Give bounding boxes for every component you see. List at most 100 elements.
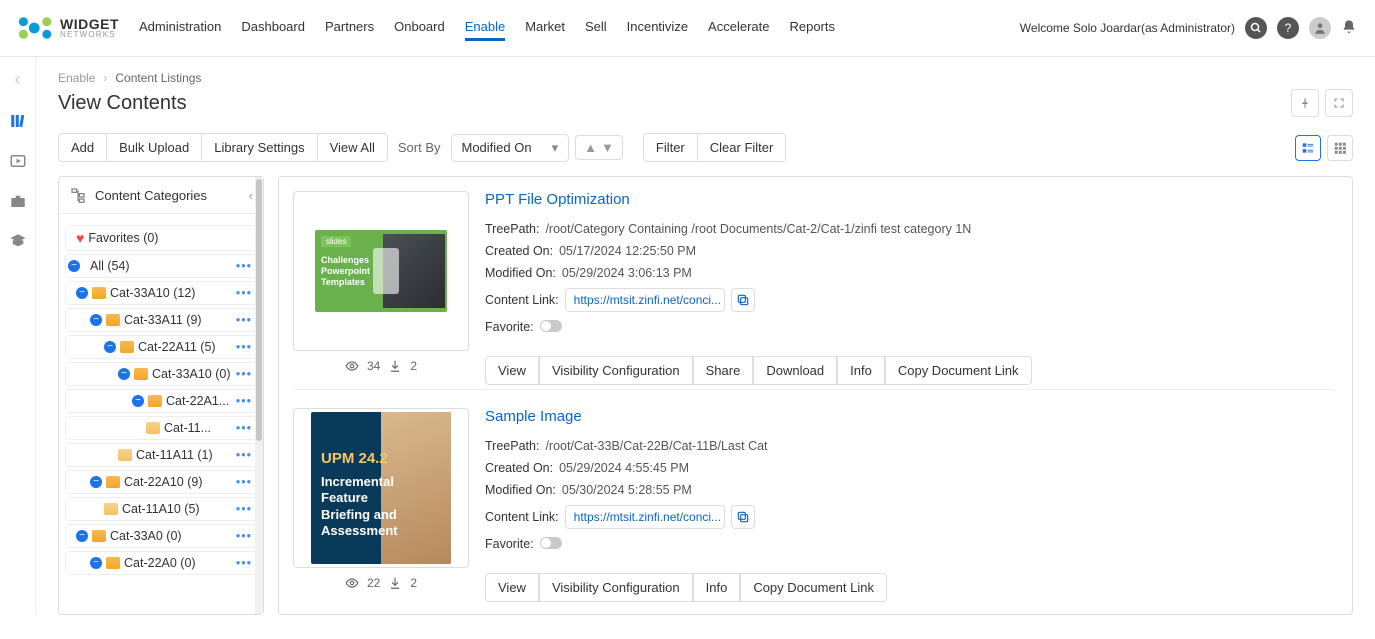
minus-icon[interactable]: − bbox=[90, 557, 102, 569]
minus-icon[interactable]: − bbox=[90, 314, 102, 326]
tree-row[interactable]: Cat-11... ••• bbox=[65, 416, 257, 440]
minus-icon[interactable]: − bbox=[68, 260, 80, 272]
created-label: Created On: bbox=[485, 244, 553, 258]
tree-favorites[interactable]: ♥ Favorites (0) bbox=[65, 225, 257, 251]
nav-sell[interactable]: Sell bbox=[585, 15, 607, 41]
copy-link-icon[interactable] bbox=[731, 288, 755, 312]
rail-play-icon[interactable] bbox=[9, 152, 27, 170]
more-icon[interactable]: ••• bbox=[236, 502, 254, 516]
tree-row[interactable]: − Cat-22A11 (5) ••• bbox=[65, 335, 257, 359]
action-share[interactable]: Share bbox=[693, 356, 754, 385]
filter-button[interactable]: Filter bbox=[643, 133, 698, 162]
more-icon[interactable]: ••• bbox=[236, 421, 254, 435]
action-info[interactable]: Info bbox=[693, 573, 741, 602]
tree-label: Cat-11... bbox=[164, 421, 211, 435]
minus-icon[interactable]: − bbox=[118, 368, 130, 380]
more-icon[interactable]: ••• bbox=[236, 529, 254, 543]
tree-label: Cat-22A1... bbox=[166, 394, 229, 408]
nav-enable[interactable]: Enable bbox=[465, 15, 505, 41]
breadcrumb: Enable › Content Listings bbox=[58, 71, 1353, 85]
minus-icon[interactable]: − bbox=[132, 395, 144, 407]
bell-icon[interactable] bbox=[1341, 19, 1357, 38]
minus-icon[interactable]: − bbox=[76, 530, 88, 542]
tree-scrollbar[interactable] bbox=[255, 177, 263, 614]
tree-row[interactable]: −Cat-22A0 (0)••• bbox=[65, 551, 257, 575]
action-download[interactable]: Download bbox=[753, 356, 837, 385]
sort-select[interactable]: Modified On ▾ bbox=[451, 134, 570, 162]
tree-row[interactable]: −Cat-22A10 (9)••• bbox=[65, 470, 257, 494]
add-button[interactable]: Add bbox=[58, 133, 107, 162]
minus-icon[interactable]: − bbox=[104, 341, 116, 353]
tree-row[interactable]: −Cat-33A0 (0)••• bbox=[65, 524, 257, 548]
minus-icon[interactable]: − bbox=[76, 287, 88, 299]
rail-education-icon[interactable] bbox=[9, 232, 27, 250]
more-icon[interactable]: ••• bbox=[236, 394, 254, 408]
copy-link-icon[interactable] bbox=[731, 505, 755, 529]
thumbnail[interactable]: slidesChallenges Powerpoint Templates bbox=[293, 191, 469, 351]
tree-all[interactable]: − All (54) ••• bbox=[65, 254, 257, 278]
nav-onboard[interactable]: Onboard bbox=[394, 15, 445, 41]
clear-filter-button[interactable]: Clear Filter bbox=[698, 133, 787, 162]
more-icon[interactable]: ••• bbox=[236, 259, 254, 273]
tree-row[interactable]: Cat-11A11 (1)••• bbox=[65, 443, 257, 467]
nav-accelerate[interactable]: Accelerate bbox=[708, 15, 769, 41]
action-visibility-configuration[interactable]: Visibility Configuration bbox=[539, 573, 693, 602]
folder-icon bbox=[106, 557, 120, 569]
tree-row[interactable]: Cat-11A10 (5)••• bbox=[65, 497, 257, 521]
tree-label: Cat-22A11 (5) bbox=[138, 340, 216, 354]
nav-market[interactable]: Market bbox=[525, 15, 565, 41]
favorite-toggle[interactable] bbox=[540, 537, 562, 549]
more-icon[interactable]: ••• bbox=[236, 367, 254, 381]
library-settings-button[interactable]: Library Settings bbox=[202, 133, 317, 162]
more-icon[interactable]: ••• bbox=[236, 340, 254, 354]
tree-row[interactable]: −Cat-33A10 (0)••• bbox=[65, 362, 257, 386]
action-view[interactable]: View bbox=[485, 573, 539, 602]
content-title[interactable]: Sample Image bbox=[485, 408, 1334, 425]
content-link[interactable]: https://mtsit.zinfi.net/conci... bbox=[565, 505, 725, 529]
view-all-button[interactable]: View All bbox=[318, 133, 388, 162]
action-copy-document-link[interactable]: Copy Document Link bbox=[740, 573, 887, 602]
nav-administration[interactable]: Administration bbox=[139, 15, 221, 41]
more-icon[interactable]: ••• bbox=[236, 286, 254, 300]
rail-briefcase-icon[interactable] bbox=[9, 192, 27, 210]
content-link[interactable]: https://mtsit.zinfi.net/conci... bbox=[565, 288, 725, 312]
treepath-label: TreePath: bbox=[485, 439, 539, 453]
nav-dashboard[interactable]: Dashboard bbox=[241, 15, 305, 41]
action-copy-document-link[interactable]: Copy Document Link bbox=[885, 356, 1032, 385]
thumbnail[interactable]: UPM 24.2Incremental Feature Briefing and… bbox=[293, 408, 469, 568]
sort-value: Modified On bbox=[462, 140, 532, 155]
grid-view-icon[interactable] bbox=[1327, 135, 1353, 161]
rail-library-icon[interactable] bbox=[9, 112, 27, 130]
list-view-icon[interactable] bbox=[1295, 135, 1321, 161]
bulk-upload-button[interactable]: Bulk Upload bbox=[107, 133, 202, 162]
avatar-icon[interactable] bbox=[1309, 17, 1331, 39]
download-count: 2 bbox=[410, 576, 417, 590]
tree-row[interactable]: −Cat-33A10 (12)••• bbox=[65, 281, 257, 305]
content-title[interactable]: PPT File Optimization bbox=[485, 191, 1334, 208]
link-label: Content Link: bbox=[485, 293, 559, 307]
nav-incentivize[interactable]: Incentivize bbox=[627, 15, 688, 41]
sort-direction[interactable]: ▲ ▼ bbox=[575, 135, 623, 160]
more-icon[interactable]: ••• bbox=[236, 448, 254, 462]
tree-row[interactable]: − Cat-22A1... ••• bbox=[65, 389, 257, 413]
more-icon[interactable]: ••• bbox=[236, 475, 254, 489]
brand-logo[interactable]: WIDGET NETWORKS bbox=[18, 14, 119, 42]
favorite-toggle[interactable] bbox=[540, 320, 562, 332]
action-visibility-configuration[interactable]: Visibility Configuration bbox=[539, 356, 693, 385]
rail-back-icon[interactable]: ‹ bbox=[15, 69, 21, 90]
more-icon[interactable]: ••• bbox=[236, 313, 254, 327]
breadcrumb-root[interactable]: Enable bbox=[58, 71, 95, 85]
search-icon[interactable] bbox=[1245, 17, 1267, 39]
action-view[interactable]: View bbox=[485, 356, 539, 385]
collapse-tree-icon[interactable]: ‹ bbox=[249, 188, 253, 203]
more-icon[interactable]: ••• bbox=[236, 556, 254, 570]
help-icon[interactable]: ? bbox=[1277, 17, 1299, 39]
card-actions: ViewVisibility ConfigurationInfoCopy Doc… bbox=[485, 573, 1334, 602]
tree-row[interactable]: −Cat-33A11 (9)••• bbox=[65, 308, 257, 332]
nav-partners[interactable]: Partners bbox=[325, 15, 374, 41]
fullscreen-icon[interactable] bbox=[1325, 89, 1353, 117]
nav-reports[interactable]: Reports bbox=[789, 15, 835, 41]
minus-icon[interactable]: − bbox=[90, 476, 102, 488]
pin-icon[interactable] bbox=[1291, 89, 1319, 117]
action-info[interactable]: Info bbox=[837, 356, 885, 385]
